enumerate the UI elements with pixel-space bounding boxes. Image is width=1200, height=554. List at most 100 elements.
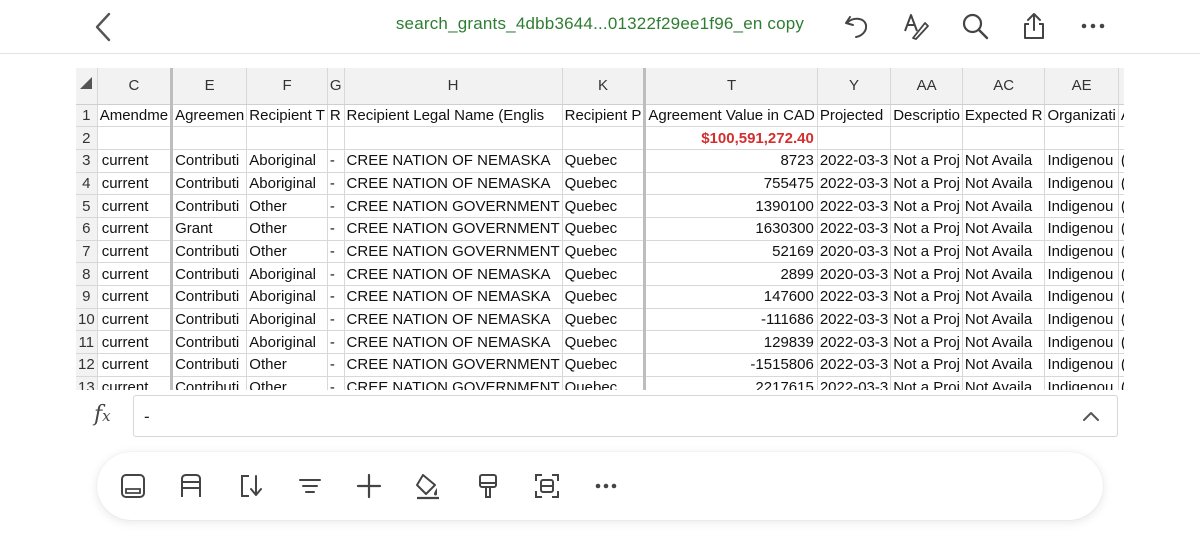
cell[interactable]: - [327, 172, 345, 196]
cell[interactable]: Aboriginal [246, 262, 328, 286]
cell[interactable]: - [327, 330, 345, 355]
cell[interactable] [962, 126, 1046, 150]
cell[interactable]: CREE NATION OF NEMASKA [344, 262, 563, 286]
cell[interactable]: Other [246, 194, 328, 218]
insert-row-icon[interactable] [174, 469, 208, 503]
share-icon[interactable] [1017, 9, 1051, 43]
cell[interactable]: current [97, 285, 173, 309]
cell[interactable]: Amendme [97, 104, 173, 128]
cell[interactable]: - [327, 376, 345, 390]
format-painter-icon[interactable] [471, 469, 505, 503]
freeze-panes-icon[interactable] [116, 469, 150, 503]
cell[interactable]: current [97, 149, 173, 173]
cell[interactable]: Not a Proj [890, 194, 963, 218]
cell[interactable] [1118, 126, 1124, 150]
cell[interactable]: Indigenou [1044, 240, 1119, 264]
cell[interactable]: - [327, 149, 345, 173]
fill-color-icon[interactable] [411, 469, 445, 503]
cell[interactable]: Not Availa [962, 172, 1046, 196]
cell[interactable]: Not Availa [962, 353, 1046, 377]
cell[interactable]: Not a Proj [890, 217, 963, 241]
cell[interactable]: 2022-03-3 [817, 217, 892, 241]
cell[interactable]: Indigenou [1044, 149, 1119, 173]
cell[interactable]: - [327, 194, 345, 218]
insert-column-icon[interactable] [233, 469, 267, 503]
spreadsheet-grid[interactable]: CEFGHKTYAAACAEA1AmendmeAgreemenRecipient… [76, 68, 1124, 390]
column-header[interactable]: AC [962, 68, 1046, 105]
cell[interactable]: Contributi [170, 285, 248, 309]
format-text-icon[interactable] [898, 9, 932, 43]
cell[interactable]: Other [246, 353, 328, 377]
sort-filter-icon[interactable] [293, 469, 327, 503]
cell[interactable]: Not a Proj [890, 308, 963, 332]
cell[interactable]: Indigenou [1044, 330, 1119, 355]
cell[interactable] [327, 126, 345, 150]
cell[interactable]: (f) $1 [1118, 376, 1124, 390]
cell[interactable]: Not Availa [962, 194, 1046, 218]
cell[interactable]: current [97, 308, 173, 332]
column-header[interactable]: K [562, 68, 646, 105]
row-header[interactable]: 12 [76, 353, 98, 377]
cell[interactable]: Not Availa [962, 376, 1046, 390]
cell[interactable]: Indigenou [1044, 285, 1119, 309]
cell[interactable]: Indigenou [1044, 262, 1119, 286]
cell[interactable]: current [97, 217, 173, 241]
cell[interactable]: Not a Proj [890, 240, 963, 264]
cell[interactable]: Expected R [962, 104, 1046, 128]
cell[interactable]: Not a Proj [890, 262, 963, 286]
cell[interactable]: 2022-03-3 [817, 285, 892, 309]
cell[interactable]: Not a Proj [890, 376, 963, 390]
cell[interactable]: Contributi [170, 330, 248, 355]
cell[interactable]: Recipient T [246, 104, 328, 128]
cell[interactable]: Not a Proj [890, 330, 963, 355]
column-header[interactable]: T [643, 68, 818, 105]
cell[interactable]: Not Availa [962, 217, 1046, 241]
cell[interactable]: 2020-03-3 [817, 240, 892, 264]
cell[interactable]: Aboriginal [246, 308, 328, 332]
cell[interactable] [246, 126, 328, 150]
cell[interactable]: Quebec [562, 240, 646, 264]
cell[interactable]: Projected [817, 104, 892, 128]
cell[interactable]: Indigenou [1044, 376, 1119, 390]
cell[interactable]: Indigenou [1044, 353, 1119, 377]
cell[interactable]: Quebec [562, 330, 646, 355]
search-icon[interactable] [958, 9, 992, 43]
cell[interactable]: 2022-03-3 [817, 194, 892, 218]
cell[interactable]: - [327, 285, 345, 309]
column-header[interactable]: Y [817, 68, 892, 105]
cell[interactable]: Agreemen [170, 104, 248, 128]
cell[interactable] [344, 126, 563, 150]
cell[interactable]: Not a Proj [890, 353, 963, 377]
row-header[interactable]: 4 [76, 172, 98, 196]
cell[interactable]: Indigenou [1044, 308, 1119, 332]
more-icon[interactable] [1076, 9, 1110, 43]
column-header[interactable]: AA [890, 68, 963, 105]
cell[interactable] [890, 126, 963, 150]
cell[interactable]: (f) $1 [1118, 194, 1124, 218]
cell[interactable]: Not Availa [962, 240, 1046, 264]
column-header[interactable]: F [246, 68, 328, 105]
cell[interactable]: Aboriginal [246, 149, 328, 173]
column-header[interactable]: G [327, 68, 345, 105]
cell[interactable] [170, 126, 248, 150]
cell[interactable]: CREE NATION GOVERNMENT [344, 240, 563, 264]
cell[interactable]: Quebec [562, 285, 646, 309]
cell[interactable] [562, 126, 646, 150]
cell[interactable]: Contributi [170, 172, 248, 196]
cell[interactable]: Not Availa [962, 308, 1046, 332]
cell[interactable]: CREE NATION GOVERNMENT [344, 376, 563, 390]
cell[interactable]: Descriptio [890, 104, 963, 128]
cell[interactable]: CREE NATION OF NEMASKA [344, 308, 563, 332]
cell[interactable]: Quebec [562, 353, 646, 377]
column-header[interactable]: C [97, 68, 173, 105]
cell[interactable]: current [97, 194, 173, 218]
chevron-up-icon[interactable] [1079, 404, 1103, 428]
undo-icon[interactable] [840, 9, 874, 43]
cell[interactable]: - [327, 308, 345, 332]
cell[interactable]: current [97, 240, 173, 264]
cell[interactable]: 2022-03-3 [817, 376, 892, 390]
select-range-icon[interactable] [530, 469, 564, 503]
cell[interactable]: current [97, 262, 173, 286]
cell[interactable]: CREE NATION OF NEMASKA [344, 149, 563, 173]
cell[interactable]: Contributi [170, 194, 248, 218]
